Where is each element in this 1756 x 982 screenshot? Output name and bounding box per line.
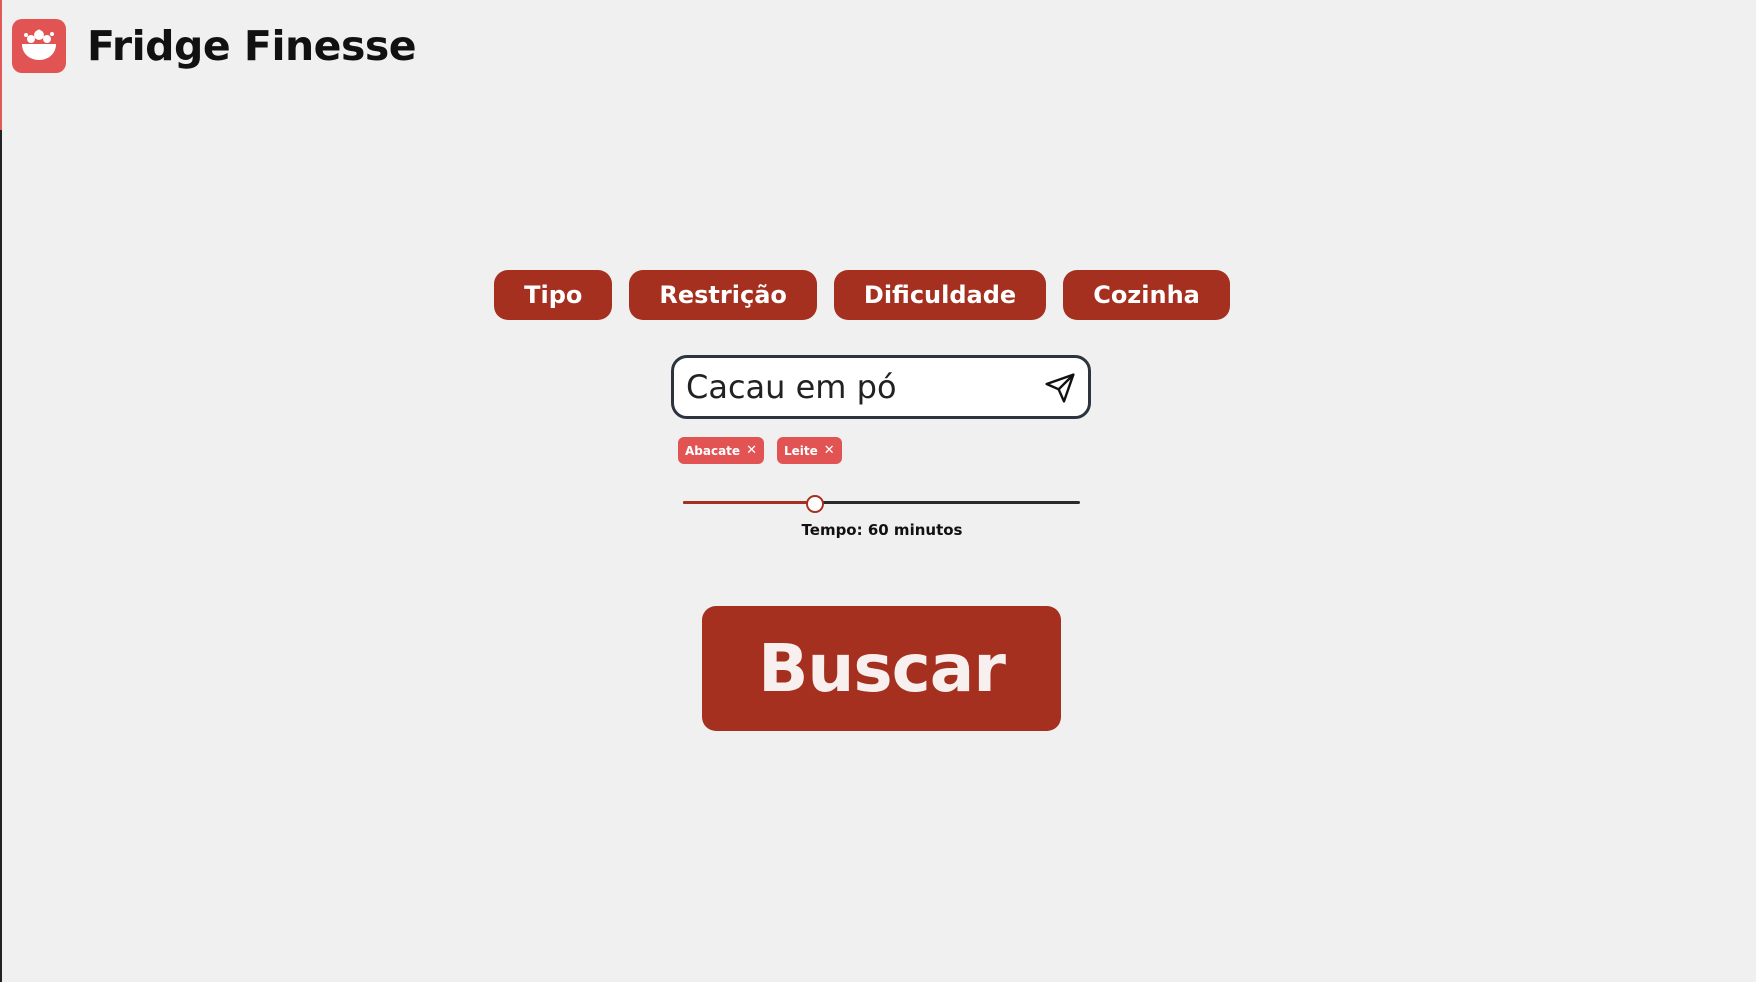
ingredient-chip: Leite ✕ <box>776 437 842 464</box>
bowl-icon <box>12 19 66 73</box>
ingredient-chip: Abacate ✕ <box>678 437 764 464</box>
ingredient-chip-label: Abacate <box>685 443 741 458</box>
filter-bar: Tipo Restrição Dificuldade Cozinha <box>2 270 1756 320</box>
ingredient-input[interactable] <box>686 362 1026 412</box>
ingredient-chips: Abacate ✕ Leite ✕ <box>678 437 842 464</box>
ingredient-chip-label: Leite <box>783 443 818 458</box>
ingredient-search-box <box>671 355 1091 419</box>
close-icon[interactable]: ✕ <box>824 443 835 458</box>
close-icon[interactable]: ✕ <box>746 443 757 458</box>
filter-dificuldade-button[interactable]: Dificuldade <box>833 270 1047 320</box>
filter-cozinha-button[interactable]: Cozinha <box>1063 270 1230 320</box>
app-header: Fridge Finesse <box>12 19 417 73</box>
slider-fill <box>683 501 814 504</box>
filter-restricao-button[interactable]: Restrição <box>629 270 817 320</box>
search-button[interactable]: Buscar <box>702 606 1061 731</box>
app-title: Fridge Finesse <box>87 22 417 70</box>
send-icon[interactable] <box>1044 372 1076 404</box>
time-label: Tempo: 60 minutos <box>801 521 963 539</box>
filter-tipo-button[interactable]: Tipo <box>494 270 613 320</box>
window-edge-accent <box>0 0 2 130</box>
slider-thumb[interactable] <box>806 495 824 513</box>
